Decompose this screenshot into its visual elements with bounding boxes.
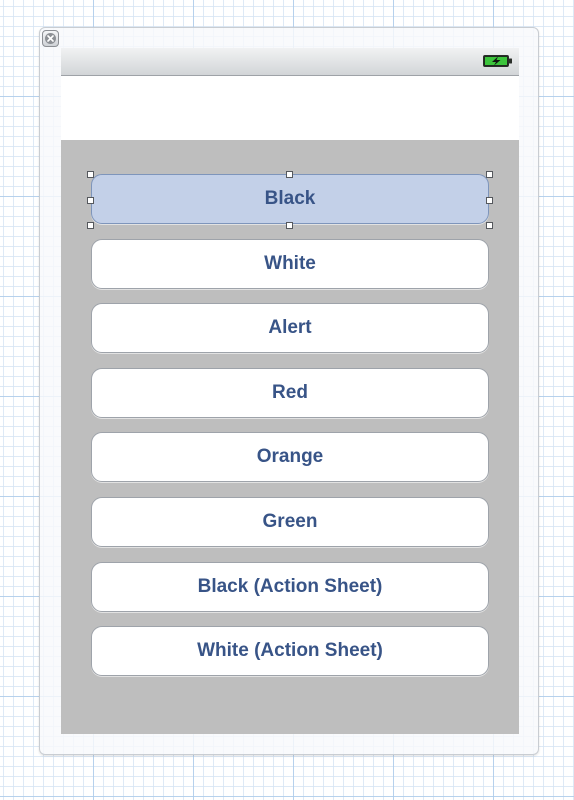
close-x-icon[interactable] [42, 30, 59, 47]
black-action-sheet-button[interactable]: Black (Action Sheet) [91, 562, 489, 612]
black-button[interactable]: Black [91, 174, 489, 224]
resize-handle-top-left[interactable] [87, 171, 94, 178]
close-x-glyph [45, 33, 56, 44]
resize-handle-bottom-right[interactable] [486, 222, 493, 229]
red-button[interactable]: Red [91, 368, 489, 418]
resize-handle-bottom-left[interactable] [87, 222, 94, 229]
button-list-view: Black White Alert Red Orange Green Black… [61, 140, 519, 734]
resize-handle-top-center[interactable] [286, 171, 293, 178]
orange-button[interactable]: Orange [91, 432, 489, 482]
resize-handle-middle-left[interactable] [87, 197, 94, 204]
resize-handle-bottom-center[interactable] [286, 222, 293, 229]
status-bar [61, 48, 519, 76]
resize-handle-top-right[interactable] [486, 171, 493, 178]
resize-handle-middle-right[interactable] [486, 197, 493, 204]
device-screen: Black White Alert Red Orange Green Black… [61, 48, 519, 734]
alert-button[interactable]: Alert [91, 303, 489, 353]
battery-charging-icon [483, 54, 513, 68]
white-action-sheet-button[interactable]: White (Action Sheet) [91, 626, 489, 676]
green-button[interactable]: Green [91, 497, 489, 547]
white-button[interactable]: White [91, 239, 489, 289]
navigation-area [61, 76, 519, 140]
